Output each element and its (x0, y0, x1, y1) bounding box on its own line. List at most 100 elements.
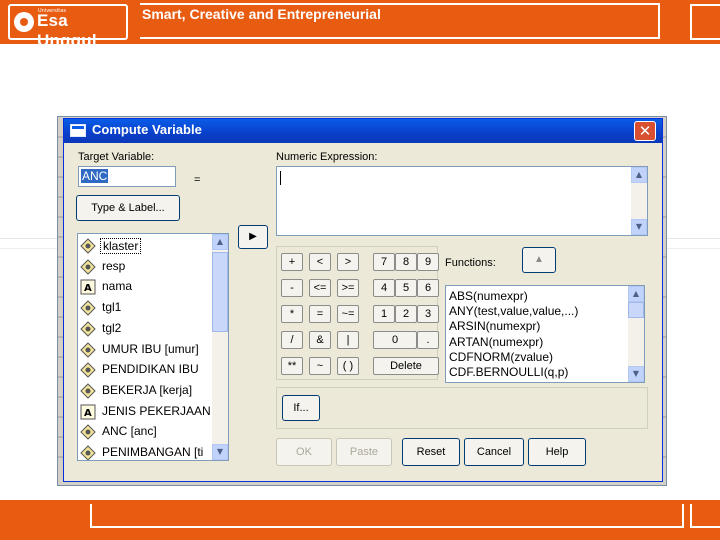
keypad-button[interactable]: 7 (373, 253, 395, 271)
functions-up-button[interactable]: ▲ (522, 247, 556, 273)
variable-label: PENIMBANGAN [ti (102, 445, 204, 459)
variable-label: UMUR IBU [umur] (102, 341, 199, 356)
paste-button[interactable]: Paste (336, 438, 392, 466)
text-caret (280, 171, 281, 185)
dialog-title: Compute Variable (92, 122, 202, 137)
function-item[interactable]: ARTAN(numexpr) (449, 335, 543, 349)
window-icon (70, 124, 86, 137)
expression-scrollbar[interactable]: ▲ ▼ (631, 167, 647, 235)
keypad-button[interactable]: 5 (395, 279, 417, 297)
variable-item[interactable]: ANC [anc] (80, 422, 220, 442)
scroll-down-button[interactable]: ▼ (631, 219, 647, 235)
variable-label: klaster (100, 238, 142, 254)
compute-variable-dialog: Compute Variable ✕ Target Variable: ANC … (63, 118, 663, 482)
target-variable-field[interactable]: ANC (78, 166, 176, 187)
keypad-button[interactable]: ** (281, 357, 303, 375)
equals-sign: = (194, 174, 201, 186)
function-item[interactable]: CDF.BERNOULLI(q,p) (449, 365, 568, 379)
functions-scrollbar[interactable]: ▲ ▼ (628, 286, 644, 382)
close-button[interactable]: ✕ (634, 121, 656, 141)
scroll-thumb[interactable] (628, 302, 644, 318)
keypad-button[interactable]: 2 (395, 305, 417, 323)
keypad-button[interactable]: 6 (417, 279, 439, 297)
keypad-button[interactable]: ~= (337, 305, 359, 323)
keypad-button[interactable]: < (309, 253, 331, 271)
keypad-button[interactable]: > (337, 253, 359, 271)
target-variable-value: ANC (81, 169, 109, 183)
scale-icon (80, 238, 96, 254)
variable-item[interactable]: tgl1 (80, 298, 220, 318)
scale-icon (80, 383, 96, 399)
help-button[interactable]: Help (528, 438, 586, 466)
keypad-button[interactable]: 3 (417, 305, 439, 323)
scroll-up-button[interactable]: ▲ (628, 286, 644, 302)
variable-item[interactable]: PENIMBANGAN [ti (80, 443, 220, 460)
variable-list[interactable]: klaster resp Anama tgl1 tgl2 UMUR IBU [umur] P… (77, 233, 229, 461)
cancel-button[interactable]: Cancel (464, 438, 524, 466)
dialog-titlebar[interactable]: Compute Variable ✕ (64, 119, 662, 143)
variable-item[interactable]: Anama (80, 277, 220, 297)
numeric-expression-field[interactable]: ▲ ▼ (276, 166, 648, 236)
variable-item[interactable]: BEKERJA [kerja] (80, 381, 220, 401)
string-icon: A (80, 404, 96, 420)
scale-icon (80, 321, 96, 337)
keypad-button[interactable]: ( ) (337, 357, 359, 375)
keypad-button[interactable]: 8 (395, 253, 417, 271)
target-variable-label: Target Variable: (78, 151, 155, 163)
function-item[interactable]: ARSIN(numexpr) (449, 319, 540, 333)
keypad-button[interactable]: >= (337, 279, 359, 297)
keypad-button[interactable]: - (281, 279, 303, 297)
scale-icon (80, 362, 96, 378)
scale-icon (80, 258, 96, 275)
variable-item[interactable]: resp (80, 257, 220, 277)
keypad-button[interactable]: 9 (417, 253, 439, 271)
variable-item[interactable]: tgl2 (80, 319, 220, 339)
variable-label: tgl1 (102, 300, 122, 315)
keypad-button[interactable]: ~ (309, 357, 331, 375)
function-item[interactable]: CDFNORM(zvalue) (449, 350, 553, 364)
keypad-button[interactable]: Delete (373, 357, 439, 375)
functions-list[interactable]: ABS(numexpr) ANY(test,value,value,...) ARS… (445, 285, 645, 383)
scroll-up-button[interactable]: ▲ (631, 167, 647, 183)
keypad-button[interactable]: = (309, 305, 331, 323)
scroll-down-button[interactable]: ▼ (212, 444, 228, 460)
keypad-button[interactable]: 0 (373, 331, 417, 349)
scale-icon (80, 424, 96, 441)
keypad-button[interactable]: 4 (373, 279, 395, 297)
numeric-expression-label: Numeric Expression: (276, 151, 378, 163)
variable-label: JENIS PEKERJAAN (102, 403, 211, 418)
keypad-button[interactable]: & (309, 331, 331, 349)
slide-banner: Universitas Esa Unggul Smart, Creative a… (0, 0, 720, 50)
ok-button[interactable]: OK (276, 438, 332, 466)
if-button[interactable]: If... (282, 395, 320, 421)
variable-item[interactable]: UMUR IBU [umur] (80, 340, 220, 360)
svg-text:A: A (84, 408, 92, 419)
scale-icon (80, 300, 96, 316)
scroll-thumb[interactable] (212, 252, 228, 332)
variable-item[interactable]: klaster (80, 236, 220, 256)
type-label-button[interactable]: Type & Label... (76, 195, 180, 221)
keypad-button[interactable]: <= (309, 279, 331, 297)
variable-label: resp (102, 258, 126, 273)
screenshot-frame: Compute Variable ✕ Target Variable: ANC … (57, 116, 667, 486)
logo-mark-icon (14, 12, 34, 32)
variable-label: ANC [anc] (102, 424, 157, 439)
function-item[interactable]: ABS(numexpr) (449, 289, 528, 303)
keypad-button[interactable]: | (337, 331, 359, 349)
logo: Universitas Esa Unggul (8, 4, 128, 50)
reset-button[interactable]: Reset (402, 438, 460, 466)
keypad-button[interactable]: 1 (373, 305, 395, 323)
scroll-up-button[interactable]: ▲ (212, 234, 228, 250)
keypad-button[interactable]: * (281, 305, 303, 323)
variable-list-scrollbar[interactable]: ▲ ▼ (212, 234, 228, 460)
if-group (276, 387, 648, 429)
variable-item[interactable]: A JENIS PEKERJAAN (80, 402, 220, 422)
keypad-button[interactable]: . (417, 331, 439, 349)
scroll-down-button[interactable]: ▼ (628, 366, 644, 382)
move-variable-button[interactable]: ▶ (238, 225, 268, 249)
keypad-button[interactable]: + (281, 253, 303, 271)
slide-tagline: Smart, Creative and Entrepreneurial (142, 6, 381, 22)
keypad-button[interactable]: / (281, 331, 303, 349)
variable-item[interactable]: PENDIDIKAN IBU (80, 360, 220, 380)
function-item[interactable]: ANY(test,value,value,...) (449, 304, 578, 318)
